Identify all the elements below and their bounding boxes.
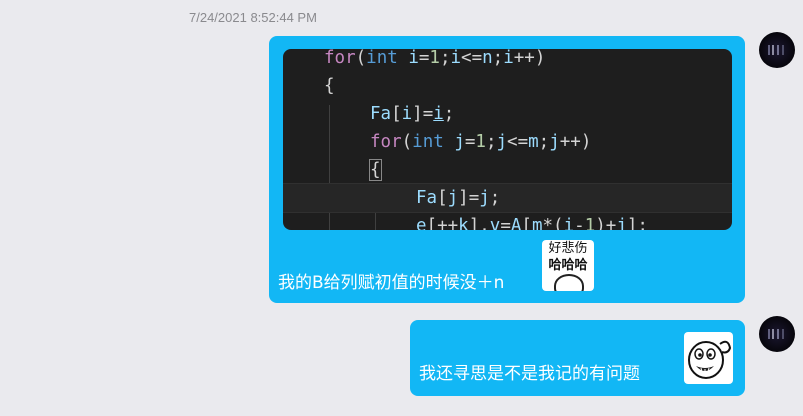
- message-timestamp: 7/24/2021 8:52:44 PM: [189, 10, 317, 25]
- avatar[interactable]: [759, 316, 795, 352]
- code-line: Fa[i]=i;: [370, 104, 455, 124]
- sticker-sad-laugh-icon[interactable]: 好悲伤 哈哈哈: [542, 240, 594, 291]
- code-line: for(int i=1;i<=n;i++): [324, 49, 546, 68]
- message-text: 我的B给列赋初值的时候没＋n: [278, 273, 505, 293]
- cartoon-face-icon: [688, 340, 732, 379]
- message-bubble[interactable]: 我还寻思是不是我记的有问题: [410, 320, 745, 396]
- code-line: {: [369, 159, 382, 181]
- code-line: {: [324, 76, 335, 96]
- code-line: Fa[j]=j;: [416, 188, 501, 208]
- avatar[interactable]: [759, 32, 795, 68]
- message-text: 我还寻思是不是我记的有问题: [419, 364, 640, 384]
- code-line: e[++k].v=A[m*(i-1)+j];: [416, 216, 648, 230]
- message-bubble[interactable]: for(int i=1;i<=n;i++) { Fa[i]=i; for(int…: [269, 36, 745, 303]
- code-screenshot-image[interactable]: for(int i=1;i<=n;i++) { Fa[i]=i; for(int…: [283, 49, 732, 230]
- sticker-caption: 哈哈哈: [548, 258, 588, 273]
- sticker-caption: 好悲伤: [548, 241, 588, 256]
- code-line: for(int j=1;j<=m;j++): [370, 132, 592, 152]
- sticker-cartoon-face-icon[interactable]: [684, 332, 733, 384]
- sticker-face: [554, 274, 584, 291]
